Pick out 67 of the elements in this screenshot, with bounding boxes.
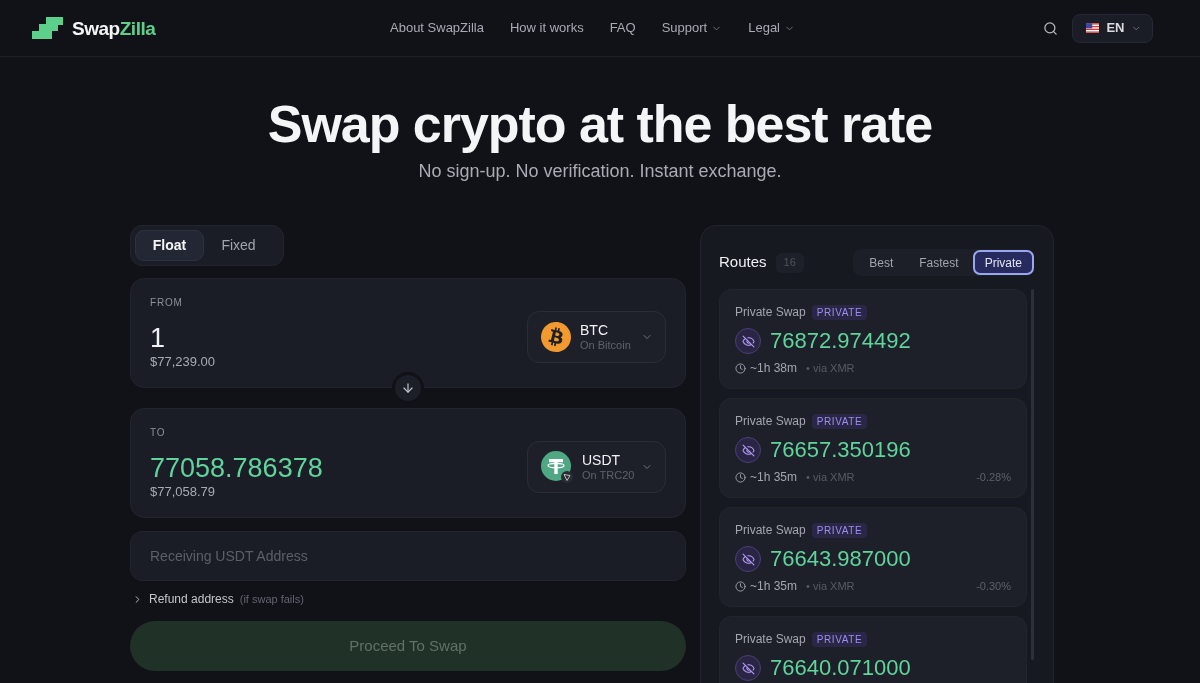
token-network: On TRC20: [582, 469, 635, 482]
refund-address-toggle[interactable]: Refund address: [132, 590, 234, 608]
route-rate-difference: -0.30%: [976, 578, 1011, 594]
route-badge: PRIVATE: [811, 413, 868, 429]
search-icon: [1042, 20, 1058, 36]
nav-link[interactable]: About SwapZilla: [390, 18, 484, 38]
route-card[interactable]: Private Swap PRIVATE 76872.974492 ~1h 38m • via XMR: [719, 289, 1027, 389]
amount-value[interactable]: 77058.786378: [150, 452, 323, 483]
arrow-down-icon: [401, 381, 415, 395]
route-badge: PRIVATE: [811, 522, 868, 538]
route-amount: 76640.071000: [770, 655, 911, 681]
nav-link[interactable]: FAQ: [609, 18, 636, 38]
route-card[interactable]: Private Swap PRIVATE 76640.071000: [719, 616, 1027, 683]
refund-hint: (if swap fails): [239, 591, 304, 607]
routes-title: Routes: [719, 252, 767, 273]
token-symbol: BTC: [580, 322, 608, 339]
route-amount: 76657.350196: [770, 437, 911, 463]
route-filter-tab[interactable]: Fastest: [907, 250, 971, 275]
nav-link[interactable]: Support: [661, 18, 723, 38]
clock-icon: [735, 580, 746, 592]
route-name: Private Swap: [735, 631, 806, 648]
route-badge: PRIVATE: [811, 631, 868, 647]
language-selector[interactable]: EN: [1072, 13, 1153, 43]
crossed-eye-icon: [735, 655, 761, 681]
route-badge: PRIVATE: [811, 304, 868, 320]
token-symbol: USDT: [582, 452, 621, 469]
route-filter-tab[interactable]: Best: [857, 250, 906, 275]
route-name: Private Swap: [735, 304, 806, 321]
clock-icon: [735, 362, 746, 374]
route-rate-difference: -0.28%: [976, 469, 1011, 485]
fiat-value: $77,239.00: [150, 353, 216, 370]
crossed-eye-icon: [735, 328, 761, 354]
rate-mode-tab[interactable]: Float: [135, 230, 204, 261]
route-eta: ~1h 35m: [750, 578, 798, 595]
brand-name[interactable]: SwapZilla: [72, 18, 156, 38]
logo-icon: [32, 17, 63, 39]
rate-mode-tab[interactable]: Fixed: [204, 230, 273, 261]
route-card[interactable]: Private Swap PRIVATE 76657.350196 ~1h 35m • via XMR -0.28%: [719, 398, 1027, 498]
tether-coin-icon: [541, 451, 573, 483]
route-amount: 76872.974492: [770, 328, 911, 354]
nav-link[interactable]: Legal: [748, 18, 795, 38]
fiat-value: $77,058.79: [150, 483, 216, 500]
route-amount: 76643.987000: [770, 546, 911, 572]
route-card[interactable]: Private Swap PRIVATE 76643.987000 ~1h 35m • via XMR -0.30%: [719, 507, 1027, 607]
amount-value[interactable]: 1: [150, 322, 166, 353]
route-name: Private Swap: [735, 413, 806, 430]
amount-label: FROM: [150, 296, 183, 309]
route-name: Private Swap: [735, 522, 806, 539]
token-network: On Bitcoin: [580, 339, 631, 352]
crossed-eye-icon: [735, 546, 761, 572]
flag-icon: [1086, 23, 1100, 33]
clock-icon: [735, 471, 746, 483]
hero-title: Swap crypto at the best rate: [267, 95, 933, 153]
route-via: • via XMR: [806, 469, 855, 485]
nav-link[interactable]: How it works: [509, 18, 584, 38]
route-eta: ~1h 38m: [750, 360, 798, 377]
address-input[interactable]: Receiving USDT Address: [130, 531, 686, 581]
token-selector[interactable]: BTC On Bitcoin: [527, 311, 666, 363]
route-eta: ~1h 35m: [750, 469, 798, 486]
route-via: • via XMR: [806, 360, 855, 376]
route-filter-tab[interactable]: Private: [972, 250, 1034, 275]
amount-label: TO: [150, 426, 166, 439]
crossed-eye-icon: [735, 437, 761, 463]
token-selector[interactable]: USDT On TRC20: [527, 441, 666, 493]
hero-subtitle: No sign-up. No verification. Instant exchange.: [418, 160, 782, 182]
route-via: • via XMR: [806, 578, 855, 594]
bitcoin-coin-icon: [541, 322, 571, 352]
